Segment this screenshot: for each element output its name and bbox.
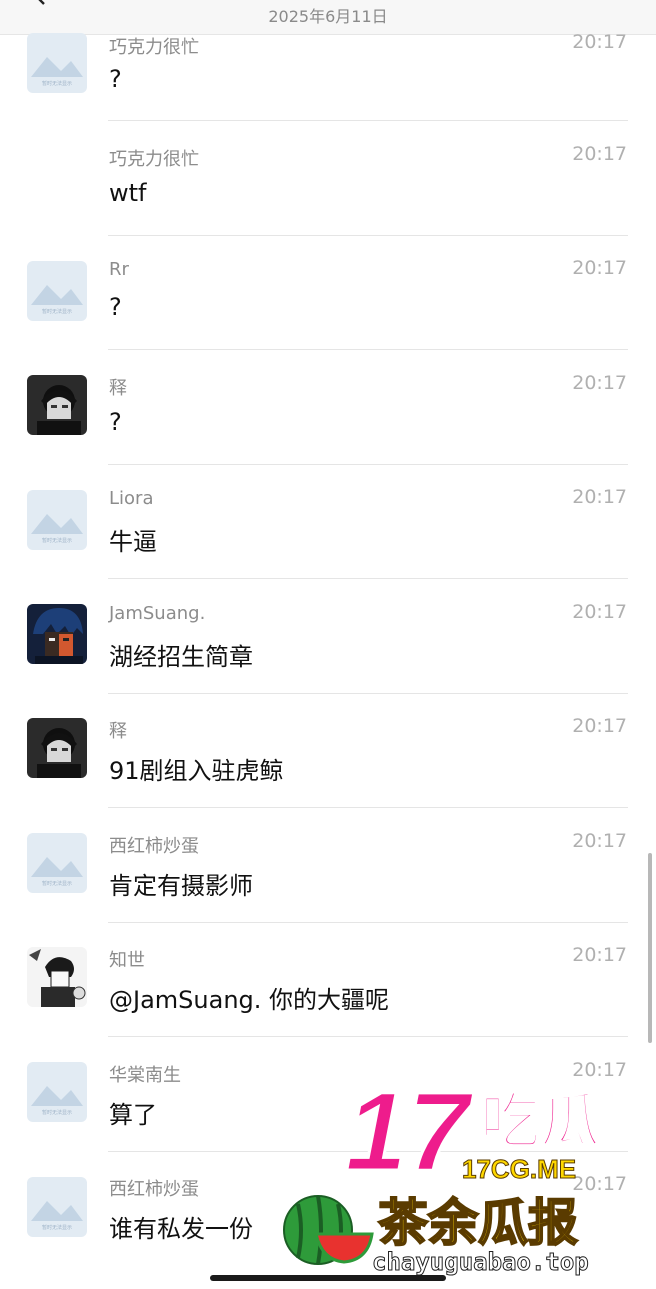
divider	[108, 349, 628, 350]
message-item[interactable]: JamSuang. 20:17 湖经招生简章	[0, 601, 656, 717]
divider	[108, 120, 628, 121]
message-text: 算了	[109, 1101, 157, 1129]
sender-name: 巧克力很忙	[109, 149, 199, 170]
sender-name: 知世	[109, 950, 145, 971]
sender-name: JamSuang.	[109, 603, 206, 624]
message-item[interactable]: 暂时无法显示 西红柿炒蛋 20:17 肯定有摄影师	[0, 830, 656, 946]
svg-text:暂时无法显示: 暂时无法显示	[42, 308, 72, 315]
sender-name: 巧克力很忙	[109, 37, 199, 58]
image-placeholder-icon: 暂时无法显示	[27, 833, 87, 893]
divider	[108, 807, 628, 808]
message-item[interactable]: 释 20:17 91剧组入驻虎鲸	[0, 715, 656, 831]
image-placeholder-icon: 暂时无法显示	[27, 261, 87, 321]
watermark-brand-cn: 吃瓜	[480, 1087, 600, 1157]
message-item[interactable]: 暂时无法显示 Rr 20:17 ?	[0, 257, 656, 373]
svg-text:暂时无法显示: 暂时无法显示	[42, 80, 72, 87]
watermark-slogan: 茶余瓜报	[378, 1194, 578, 1252]
timestamp: 20:17	[572, 143, 627, 165]
image-placeholder-icon: 暂时无法显示	[27, 33, 87, 93]
message-text: ?	[109, 408, 122, 436]
timestamp: 20:17	[572, 257, 627, 279]
timestamp: 20:17	[572, 830, 627, 852]
timestamp: 20:17	[572, 31, 627, 53]
watermark-logo: 17 吃瓜 17CG.ME 茶余瓜报 chayuguabao.top	[280, 1068, 650, 1280]
message-text: 谁有私发一份	[109, 1215, 253, 1243]
avatar[interactable]	[27, 718, 87, 778]
anime-avatar-icon	[27, 375, 87, 435]
sender-name: 华棠南生	[109, 1065, 181, 1086]
home-indicator[interactable]	[210, 1275, 446, 1281]
message-text: 湖经招生简章	[109, 643, 253, 671]
avatar[interactable]	[27, 375, 87, 435]
message-text: ?	[109, 293, 122, 321]
image-placeholder-icon: 暂时无法显示	[27, 1062, 87, 1122]
avatar[interactable]: 暂时无法显示	[27, 33, 87, 93]
svg-text:暂时无法显示: 暂时无法显示	[42, 1224, 72, 1231]
sender-name: 释	[109, 721, 127, 742]
message-text: wtf	[109, 179, 147, 207]
manga-avatar-icon	[27, 947, 87, 1007]
divider	[108, 464, 628, 465]
avatar[interactable]: 暂时无法显示	[27, 261, 87, 321]
svg-text:暂时无法显示: 暂时无法显示	[42, 1109, 72, 1116]
sender-name: 西红柿炒蛋	[109, 1179, 199, 1200]
message-text: @JamSuang. 你的大疆呢	[109, 986, 390, 1014]
watermark-brand-number: 17	[345, 1070, 474, 1194]
avatar[interactable]: 暂时无法显示	[27, 833, 87, 893]
message-item[interactable]: 暂时无法显示 Liora 20:17 牛逼	[0, 486, 656, 602]
message-item[interactable]: 巧克力很忙 20:17 wtf	[0, 143, 656, 259]
svg-text:暂时无法显示: 暂时无法显示	[42, 880, 72, 887]
timestamp: 20:17	[572, 372, 627, 394]
divider	[108, 578, 628, 579]
message-text: 牛逼	[109, 528, 157, 556]
watermelon-icon	[283, 1195, 374, 1265]
divider	[108, 1036, 628, 1037]
avatar[interactable]	[27, 604, 87, 664]
message-item[interactable]: 暂时无法显示 巧克力很忙 20:17 ?	[0, 31, 656, 147]
svg-text:暂时无法显示: 暂时无法显示	[42, 537, 72, 544]
sender-name: 西红柿炒蛋	[109, 836, 199, 857]
avatar[interactable]: 暂时无法显示	[27, 490, 87, 550]
timestamp: 20:17	[572, 601, 627, 623]
message-text: 肯定有摄影师	[109, 872, 253, 900]
message-item[interactable]: 释 20:17 ?	[0, 372, 656, 488]
avatar[interactable]	[27, 947, 87, 1007]
sender-name: Rr	[109, 259, 129, 280]
scrollbar[interactable]	[648, 853, 652, 1043]
sender-name: Liora	[109, 488, 154, 509]
timestamp: 20:17	[572, 944, 627, 966]
anime-avatar-icon	[27, 718, 87, 778]
message-text: ?	[109, 65, 122, 93]
divider	[108, 693, 628, 694]
timestamp: 20:17	[572, 486, 627, 508]
image-placeholder-icon: 暂时无法显示	[27, 1177, 87, 1237]
timestamp: 20:17	[572, 715, 627, 737]
anime-avatar-icon	[27, 604, 87, 664]
watermark-domain1: 17CG.ME	[462, 1154, 576, 1184]
avatar[interactable]: 暂时无法显示	[27, 1177, 87, 1237]
sender-name: 释	[109, 378, 127, 399]
watermark-domain2: chayuguabao.top	[372, 1248, 589, 1276]
message-text: 91剧组入驻虎鲸	[109, 757, 284, 785]
image-placeholder-icon: 暂时无法显示	[27, 490, 87, 550]
avatar[interactable]: 暂时无法显示	[27, 1062, 87, 1122]
divider	[108, 922, 628, 923]
divider	[108, 235, 628, 236]
message-item[interactable]: 知世 20:17 @JamSuang. 你的大疆呢	[0, 944, 656, 1060]
